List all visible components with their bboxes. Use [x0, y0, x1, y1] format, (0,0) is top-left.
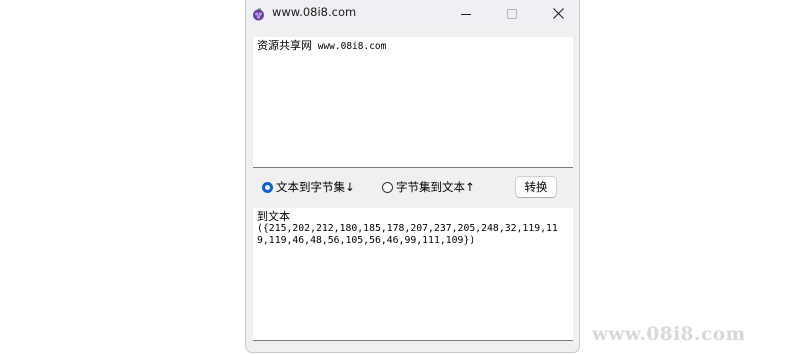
result-title: 到文本	[257, 210, 290, 223]
radio-bytes-to-text[interactable]: 字节集到文本↑	[382, 178, 475, 196]
maximize-icon	[507, 4, 517, 23]
radio-unselected-icon	[382, 181, 393, 193]
convert-button[interactable]: 转换	[515, 176, 557, 198]
maximize-button[interactable]	[489, 0, 535, 26]
radio-selected-icon	[262, 181, 273, 193]
window-title: www.08i8.com	[272, 5, 357, 19]
purple-grape-icon	[252, 6, 265, 21]
app-window: www.08i8.com 资源共享网 www.08i8.com 文本到字节集↓ …	[245, 0, 580, 353]
close-icon	[552, 4, 564, 23]
source-text-cjk: 资源共享网	[257, 39, 312, 52]
radio-bytes-to-text-label: 字节集到文本↑	[396, 180, 475, 194]
watermark-text: www.08i8.com	[592, 324, 746, 345]
result-bytes: ({215,202,212,180,185,178,207,237,205,24…	[257, 223, 558, 246]
screen: www.08i8.com 资源共享网 www.08i8.com 文本到字节集↓ …	[0, 0, 804, 355]
source-text-input[interactable]: 资源共享网 www.08i8.com	[253, 37, 573, 168]
close-button[interactable]	[535, 0, 579, 26]
source-text-content: 资源共享网 www.08i8.com	[257, 40, 569, 53]
source-text-url: www.08i8.com	[312, 41, 387, 52]
radio-text-to-bytes[interactable]: 文本到字节集↓	[262, 178, 355, 196]
minimize-button[interactable]	[443, 0, 489, 26]
result-text-output[interactable]: 到文本 ({215,202,212,180,185,178,207,237,20…	[253, 208, 573, 341]
minimize-icon	[461, 4, 471, 23]
title-bar[interactable]: www.08i8.com	[246, 0, 579, 26]
radio-text-to-bytes-label: 文本到字节集↓	[276, 180, 355, 194]
